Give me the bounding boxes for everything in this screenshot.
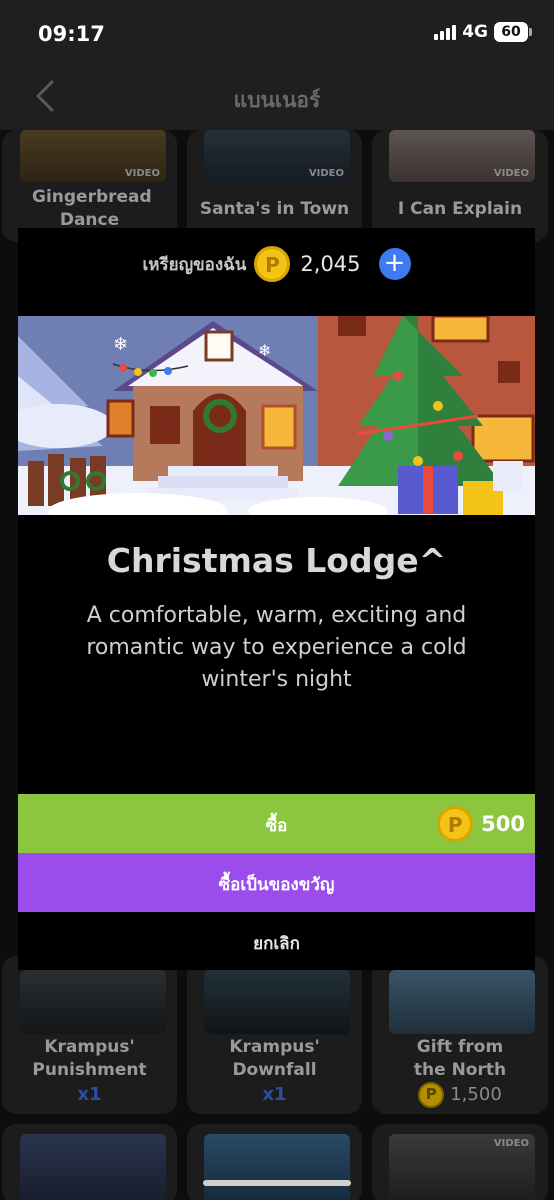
add-coins-button[interactable]: + <box>378 248 411 280</box>
tile-price: x1 <box>262 1084 287 1105</box>
status-icons: 4G 60 <box>434 22 532 42</box>
video-tag: VIDEO <box>308 168 344 179</box>
banner-tile[interactable]: Krampus' Downfall x1 <box>187 956 362 1114</box>
tile-thumbnail <box>20 970 166 1034</box>
battery-icon: 60 <box>494 22 532 42</box>
banner-tile[interactable]: Gift from the North 1,500 <box>372 956 548 1114</box>
tile-price-value: 1,500 <box>450 1084 502 1105</box>
tile-thumbnail <box>20 1134 166 1200</box>
balance-value: 2,045 <box>300 252 361 276</box>
purchase-dialog: เหรียญของฉัน 2,045 + <box>18 228 535 970</box>
coin-icon <box>437 806 474 842</box>
banner-tile[interactable]: VIDEO I Can Explain <box>372 130 548 242</box>
banner-tile[interactable] <box>187 1124 362 1200</box>
buy-as-gift-button[interactable]: ซื้อเป็นของขวัญ <box>18 853 535 912</box>
tile-thumbnail <box>389 970 535 1034</box>
balance-label: เหรียญของฉัน <box>142 254 247 275</box>
nav-bar: แบนเนอร์ <box>0 64 554 130</box>
banner-tile[interactable]: VIDEO Santa's in Town <box>187 130 362 242</box>
buy-button[interactable]: ซื้อ 500 <box>18 794 535 853</box>
tile-price: x1 <box>77 1084 102 1105</box>
tile-thumbnail <box>204 1134 350 1200</box>
tile-name: Krampus' Punishment <box>32 1037 147 1080</box>
signal-icon <box>434 24 457 40</box>
tile-name: Gift from the North <box>413 1037 507 1080</box>
tile-thumbnail: VIDEO <box>204 130 350 182</box>
tile-thumbnail: VIDEO <box>389 130 535 182</box>
tile-thumbnail <box>204 970 350 1034</box>
banner-preview-image: ❄ ❄ ❄ ❄ <box>18 316 535 515</box>
gift-label: ซื้อเป็นของขวัญ <box>218 875 335 895</box>
buy-price: 500 <box>437 806 525 842</box>
video-tag: VIDEO <box>493 1138 529 1149</box>
banner-tile[interactable] <box>2 1124 177 1200</box>
tile-name: Gingerbread Dance <box>32 187 152 230</box>
banner-title: Christmas Lodge^ <box>106 541 447 580</box>
tile-name: Krampus' Downfall <box>229 1037 320 1080</box>
status-bar: 09:17 4G 60 <box>0 0 554 64</box>
coin-icon <box>254 246 291 282</box>
coin-balance: เหรียญของฉัน 2,045 + <box>18 246 535 282</box>
battery-level: 60 <box>501 24 521 40</box>
svg-text:❄: ❄ <box>258 341 271 360</box>
cancel-button[interactable]: ยกเลิก <box>18 912 535 970</box>
banner-tile[interactable]: VIDEO <box>372 1124 548 1200</box>
banner-tile[interactable]: Krampus' Punishment x1 <box>2 956 177 1114</box>
video-tag: VIDEO <box>493 168 529 179</box>
tile-thumbnail: VIDEO <box>20 130 166 182</box>
page-title: แบนเนอร์ <box>233 88 321 112</box>
svg-text:❄: ❄ <box>113 334 128 355</box>
network-type: 4G <box>462 22 488 42</box>
tile-price: 1,500 <box>372 1082 548 1108</box>
buy-price-value: 500 <box>481 812 525 836</box>
cancel-label: ยกเลิก <box>253 934 300 954</box>
status-time: 09:17 <box>38 22 105 46</box>
tile-name: Santa's in Town <box>199 199 350 219</box>
tile-name: I Can Explain <box>397 199 523 219</box>
video-tag: VIDEO <box>124 168 160 179</box>
coin-icon <box>418 1082 445 1108</box>
banner-tile[interactable]: VIDEO Gingerbread Dance <box>2 130 177 242</box>
tile-thumbnail: VIDEO <box>389 1134 535 1200</box>
banner-description: A comfortable, warm, exciting and romant… <box>86 603 467 692</box>
home-indicator[interactable] <box>203 1180 351 1186</box>
